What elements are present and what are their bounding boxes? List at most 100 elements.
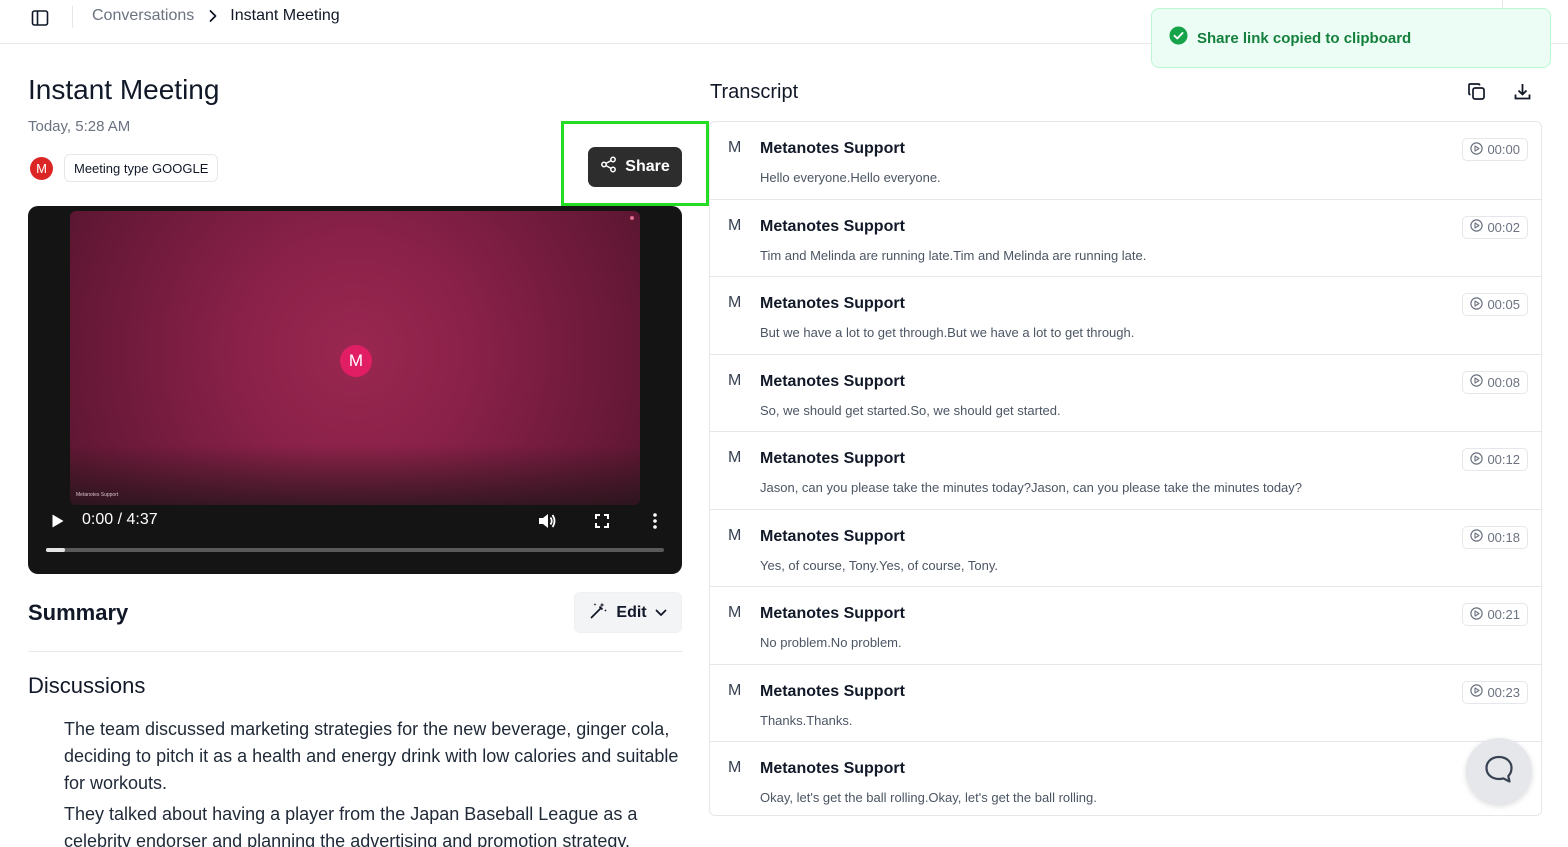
transcript-entry: M Metanotes Support No problem.No problem.…: [710, 587, 1541, 665]
discussion-paragraph: The team discussed marketing strategies …: [64, 719, 679, 793]
transcript-entry: M Metanotes Support Okay, let's get the ba…: [710, 742, 1541, 815]
video-time: 0:00 / 4:37: [82, 511, 158, 528]
volume-icon[interactable]: [536, 510, 558, 532]
timestamp-button[interactable]: 00:21: [1462, 603, 1528, 626]
chevron-down-icon: [655, 604, 667, 622]
speaker-initial: M: [728, 139, 742, 156]
breadcrumb-conversations-link[interactable]: Conversations: [92, 7, 194, 25]
fullscreen-icon[interactable]: [591, 510, 613, 532]
transcript-entry: M Metanotes Support Yes, of course, Tony.Y…: [710, 510, 1541, 587]
summary-divider: [28, 651, 682, 652]
copy-icon[interactable]: [1465, 80, 1487, 102]
page-title: Instant Meeting: [28, 74, 220, 105]
video-progress-fill: [46, 548, 65, 552]
speaker-name: Metanotes Support: [760, 295, 905, 312]
speaker-initial: M: [728, 759, 742, 776]
transcript-text: Tim and Melinda are running late.Tim and…: [760, 247, 1147, 263]
speaker-initial: M: [728, 681, 742, 699]
avatar: M: [30, 157, 53, 180]
speaker-name: Metanotes Support: [760, 527, 905, 545]
play-circle-icon: [1470, 684, 1484, 700]
recording-dot-icon: [630, 216, 634, 220]
speaker-initial: M: [728, 449, 742, 466]
meeting-date: Today, 5:28 AM: [28, 118, 131, 135]
download-icon[interactable]: [1511, 80, 1533, 102]
breadcrumb: Conversations Instant Meeting: [92, 7, 340, 25]
transcript-text: Jason, can you please take the minutes t…: [760, 480, 1303, 495]
timestamp-button[interactable]: 00:02: [1462, 215, 1528, 239]
timestamp-button[interactable]: 00:00: [1462, 138, 1528, 161]
video-player[interactable]: M Metanotes Support 0:00 / 4:37: [28, 206, 682, 574]
play-circle-icon: [1470, 529, 1484, 545]
check-circle-icon: [1169, 26, 1188, 50]
transcript-text: Thanks.Thanks.: [760, 712, 853, 728]
play-circle-icon: [1470, 374, 1484, 390]
speaker-name: Metanotes Support: [760, 217, 905, 235]
meeting-type-badge: Meeting type GOOGLE: [64, 154, 219, 182]
speaker-name: Metanotes Support: [760, 760, 905, 777]
speaker-name: Metanotes Support: [760, 605, 905, 622]
transcript-text: Okay, let's get the ball rolling.Okay, l…: [760, 790, 1097, 805]
transcript-text: No problem.No problem.: [760, 635, 902, 650]
chat-bubble-icon: [1483, 753, 1515, 790]
chevron-right-icon: [208, 9, 218, 23]
speaker-name: Metanotes Support: [760, 140, 905, 157]
timestamp-button[interactable]: 00:12: [1462, 448, 1528, 471]
video-participant-caption: Metanotes Support: [76, 492, 119, 498]
share-button-label: Share: [625, 158, 670, 175]
play-icon[interactable]: [48, 511, 68, 531]
timestamp-label: 00:23: [1487, 684, 1520, 700]
topbar-edge: [1502, 0, 1503, 8]
edit-summary-button[interactable]: Edit: [574, 592, 682, 633]
discussions-heading: Discussions: [28, 673, 146, 698]
discussion-paragraph: They talked about having a player from t…: [64, 804, 638, 847]
topbar-divider: [72, 6, 73, 28]
video-progress-bar[interactable]: [46, 548, 664, 552]
summary-heading: Summary: [28, 600, 129, 625]
speaker-initial: M: [728, 371, 742, 389]
speaker-name: Metanotes Support: [760, 372, 905, 390]
timestamp-button[interactable]: 00:18: [1462, 525, 1528, 549]
transcript-heading: Transcript: [710, 81, 799, 103]
toast-notification: Share link copied to clipboard: [1151, 8, 1551, 68]
magic-wand-icon: [589, 601, 608, 625]
timestamp-label: 00:12: [1487, 452, 1520, 467]
play-circle-icon: [1470, 141, 1484, 158]
transcript-entry: M Metanotes Support So, we should get star…: [710, 355, 1541, 432]
timestamp-label: 00:21: [1487, 607, 1520, 622]
play-circle-icon: [1470, 451, 1484, 468]
discussions-body: The team discussed marketing strategies …: [64, 716, 684, 847]
transcript-text: Yes, of course, Tony.Yes, of course, Ton…: [760, 557, 998, 573]
transcript-entry: M Metanotes Support Hello everyone.Hello e…: [710, 122, 1541, 200]
more-options-icon[interactable]: [645, 510, 665, 532]
speaker-name: Metanotes Support: [760, 450, 905, 467]
transcript-text: Hello everyone.Hello everyone.: [760, 170, 941, 185]
timestamp-button[interactable]: 00:05: [1462, 293, 1528, 316]
toast-message: Share link copied to clipboard: [1197, 29, 1412, 47]
speaker-name: Metanotes Support: [760, 682, 905, 700]
speaker-initial: M: [728, 294, 742, 311]
share-button[interactable]: Share: [588, 147, 682, 187]
timestamp-label: 00:05: [1487, 297, 1520, 312]
edit-button-label: Edit: [616, 603, 647, 621]
play-circle-icon: [1470, 296, 1484, 313]
speaker-initial: M: [728, 216, 742, 234]
transcript-text: So, we should get started.So, we should …: [760, 402, 1061, 418]
timestamp-label: 00:02: [1487, 219, 1520, 235]
play-circle-icon: [1470, 606, 1484, 623]
transcript-list: M Metanotes Support Hello everyone.Hello e…: [709, 121, 1542, 816]
video-frame: M Metanotes Support: [70, 211, 640, 505]
transcript-entry: M Metanotes Support Thanks.Thanks. 00:23: [710, 665, 1541, 742]
share-icon: [600, 156, 617, 178]
chat-support-button[interactable]: [1466, 738, 1532, 804]
breadcrumb-current: Instant Meeting: [230, 7, 340, 24]
timestamp-label: 00:18: [1487, 529, 1520, 545]
sidebar-toggle-icon[interactable]: [28, 6, 52, 30]
transcript-entry: M Metanotes Support But we have a lot to g…: [710, 277, 1541, 355]
speaker-initial: M: [728, 526, 742, 544]
timestamp-button[interactable]: 00:23: [1462, 680, 1528, 704]
video-participant-avatar: M: [340, 345, 372, 377]
transcript-entry: M Metanotes Support Jason, can you please …: [710, 432, 1541, 510]
timestamp-button[interactable]: 00:08: [1462, 370, 1528, 394]
timestamp-label: 00:08: [1487, 374, 1520, 390]
